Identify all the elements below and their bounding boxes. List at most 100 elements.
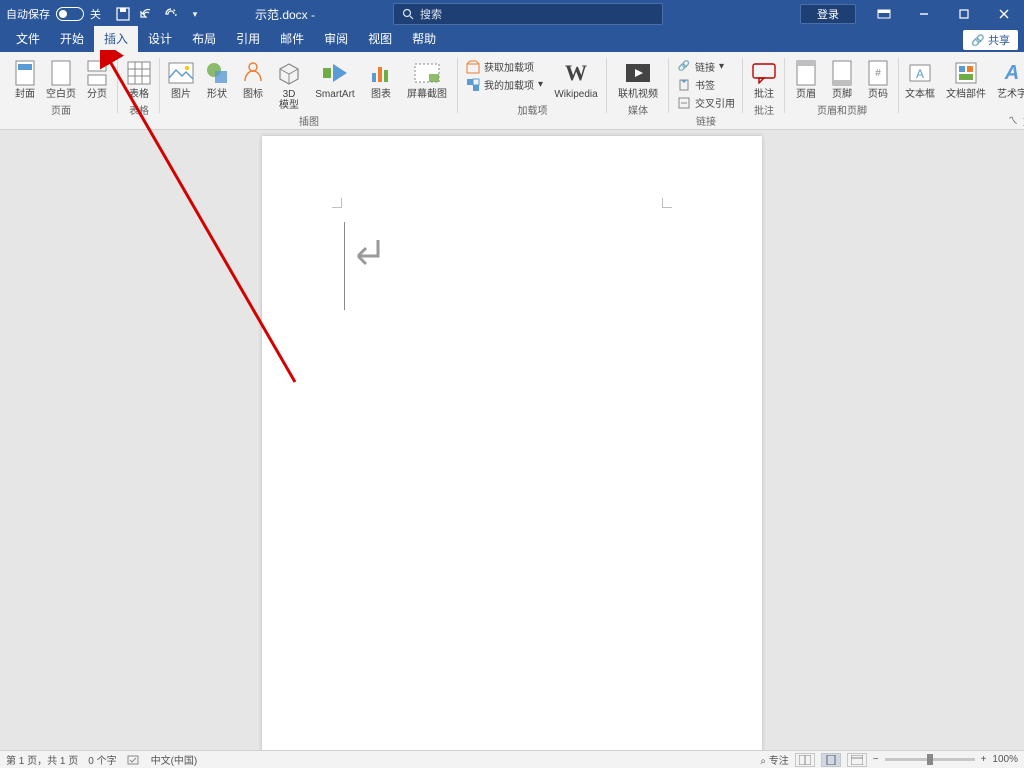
header-label: 页眉 xyxy=(796,89,816,100)
autosave-label: 自动保存 xyxy=(6,6,50,22)
crossref-button[interactable]: 交叉引用 xyxy=(673,94,739,111)
page[interactable] xyxy=(262,136,762,750)
icons-label: 图标 xyxy=(243,89,263,100)
document-title: 示范.docx - xyxy=(255,6,315,23)
text-cursor xyxy=(344,222,345,310)
maximize-button[interactable] xyxy=(944,0,984,28)
window-controls: 登录 xyxy=(800,0,1024,28)
wordart-icon: A xyxy=(998,58,1024,88)
zoom-in-button[interactable]: + xyxy=(981,754,987,765)
paragraph-mark-icon xyxy=(346,234,386,274)
tab-home[interactable]: 开始 xyxy=(50,26,94,52)
quick-parts-label: 文档部件 xyxy=(946,89,986,100)
quick-access-toolbar: ▾ xyxy=(115,6,203,22)
quickparts-icon xyxy=(952,58,980,88)
cover-page-button[interactable]: 封面 xyxy=(8,56,42,100)
collapse-ribbon-icon[interactable]: ㄟ xyxy=(1008,112,1018,127)
group-illustrations: 图片 形状 图标 3D 模型 SmartArt 图表 屏幕截图 插图 xyxy=(160,54,458,129)
tab-file[interactable]: 文件 xyxy=(6,26,50,52)
quick-parts-button[interactable]: 文档部件 xyxy=(939,56,993,100)
tab-review[interactable]: 审阅 xyxy=(314,26,358,52)
search-box[interactable]: 搜索 xyxy=(393,3,663,25)
zoom-level[interactable]: 100% xyxy=(992,754,1018,765)
table-button[interactable]: 表格 xyxy=(122,56,156,100)
toggle-off-icon xyxy=(56,7,84,21)
share-button[interactable]: 🔗 共享 xyxy=(963,30,1018,50)
redo-icon[interactable] xyxy=(163,6,179,22)
smartart-button[interactable]: SmartArt xyxy=(308,56,362,100)
chart-button[interactable]: 图表 xyxy=(364,56,398,100)
tab-help[interactable]: 帮助 xyxy=(402,26,446,52)
link-button[interactable]: 🔗链接 ▾ xyxy=(673,58,739,75)
web-layout-button[interactable] xyxy=(847,753,867,767)
share-label: 共享 xyxy=(988,35,1010,47)
group-addins-label: 加载项 xyxy=(462,100,603,119)
close-button[interactable] xyxy=(984,0,1024,28)
group-text: A文本框 文档部件 A艺术字 A首字下沉 ✎签名行 ▾ 日期和时间 对象 ▾ 文… xyxy=(899,54,1024,129)
tab-insert[interactable]: 插入 xyxy=(94,26,138,52)
crossref-label: 交叉引用 xyxy=(695,95,735,110)
page-number-button[interactable]: #页码 xyxy=(861,56,895,100)
svg-text:A: A xyxy=(916,67,924,81)
screenshot-button[interactable]: 屏幕截图 xyxy=(400,56,454,100)
shapes-button[interactable]: 形状 xyxy=(200,56,234,100)
search-placeholder: 搜索 xyxy=(420,6,442,22)
tab-design[interactable]: 设计 xyxy=(138,26,182,52)
bookmark-button[interactable]: 书签 xyxy=(673,76,739,93)
word-count[interactable]: 0 个字 xyxy=(88,752,116,767)
tab-layout[interactable]: 布局 xyxy=(182,26,226,52)
tab-mailings[interactable]: 邮件 xyxy=(270,26,314,52)
online-video-button[interactable]: 联机视频 xyxy=(611,56,665,100)
3d-models-button[interactable]: 3D 模型 xyxy=(272,56,306,111)
get-addins-label: 获取加载项 xyxy=(484,59,534,74)
blank-page-button[interactable]: 空白页 xyxy=(44,56,78,100)
page-break-button[interactable]: 分页 xyxy=(80,56,114,100)
shapes-icon xyxy=(203,58,231,88)
cover-page-icon xyxy=(11,58,39,88)
ribbon: 封面 空白页 分页 页面 表格 表格 图片 形状 图标 3D 模型 SmartA… xyxy=(0,52,1024,130)
language-status[interactable]: 中文(中国) xyxy=(151,752,198,767)
my-addins-button[interactable]: 我的加载项 ▾ xyxy=(462,76,547,93)
print-layout-button[interactable] xyxy=(821,753,841,767)
focus-mode-button[interactable]: ⌕ 专注 xyxy=(760,752,788,767)
page-number-label: 页码 xyxy=(868,89,888,100)
ribbon-tabs: 文件 开始 插入 设计 布局 引用 邮件 审阅 视图 帮助 🔗 共享 xyxy=(0,28,1024,52)
zoom-slider[interactable] xyxy=(885,758,975,761)
header-button[interactable]: 页眉 xyxy=(789,56,823,100)
spellcheck-icon[interactable] xyxy=(127,754,141,766)
login-button[interactable]: 登录 xyxy=(800,4,856,24)
my-addins-label: 我的加载项 xyxy=(484,77,534,92)
autosave-toggle[interactable]: 自动保存 关 xyxy=(6,6,101,22)
group-headerfooter-label: 页眉和页脚 xyxy=(789,100,895,119)
3d-models-label: 3D 模型 xyxy=(279,89,299,111)
minimize-button[interactable] xyxy=(904,0,944,28)
3d-models-icon xyxy=(275,58,303,88)
zoom-out-button[interactable]: − xyxy=(873,754,879,765)
get-addins-button[interactable]: 获取加载项 xyxy=(462,58,547,75)
page-break-label: 分页 xyxy=(87,89,107,100)
page-status[interactable]: 第 1 页，共 1 页 xyxy=(6,752,78,767)
ribbon-options-icon[interactable] xyxy=(864,0,904,28)
group-pages-label: 页面 xyxy=(8,100,114,119)
wikipedia-button[interactable]: WWikipedia xyxy=(549,56,603,100)
crossref-icon xyxy=(677,96,691,110)
footer-button[interactable]: 页脚 xyxy=(825,56,859,100)
bookmark-icon xyxy=(677,78,691,92)
save-icon[interactable] xyxy=(115,6,131,22)
pictures-button[interactable]: 图片 xyxy=(164,56,198,100)
tab-view[interactable]: 视图 xyxy=(358,26,402,52)
textbox-button[interactable]: A文本框 xyxy=(903,56,937,100)
screenshot-icon xyxy=(413,58,441,88)
undo-icon[interactable] xyxy=(139,6,155,22)
read-mode-button[interactable] xyxy=(795,753,815,767)
comment-button[interactable]: 批注 xyxy=(747,56,781,100)
qat-dropdown-icon[interactable]: ▾ xyxy=(187,6,203,22)
blank-page-icon xyxy=(47,58,75,88)
icons-icon xyxy=(239,58,267,88)
document-canvas[interactable] xyxy=(0,130,1024,750)
header-icon xyxy=(792,58,820,88)
wordart-button[interactable]: A艺术字 xyxy=(995,56,1024,100)
group-media: 联机视频 媒体 xyxy=(607,54,669,129)
icons-button[interactable]: 图标 xyxy=(236,56,270,100)
tab-references[interactable]: 引用 xyxy=(226,26,270,52)
